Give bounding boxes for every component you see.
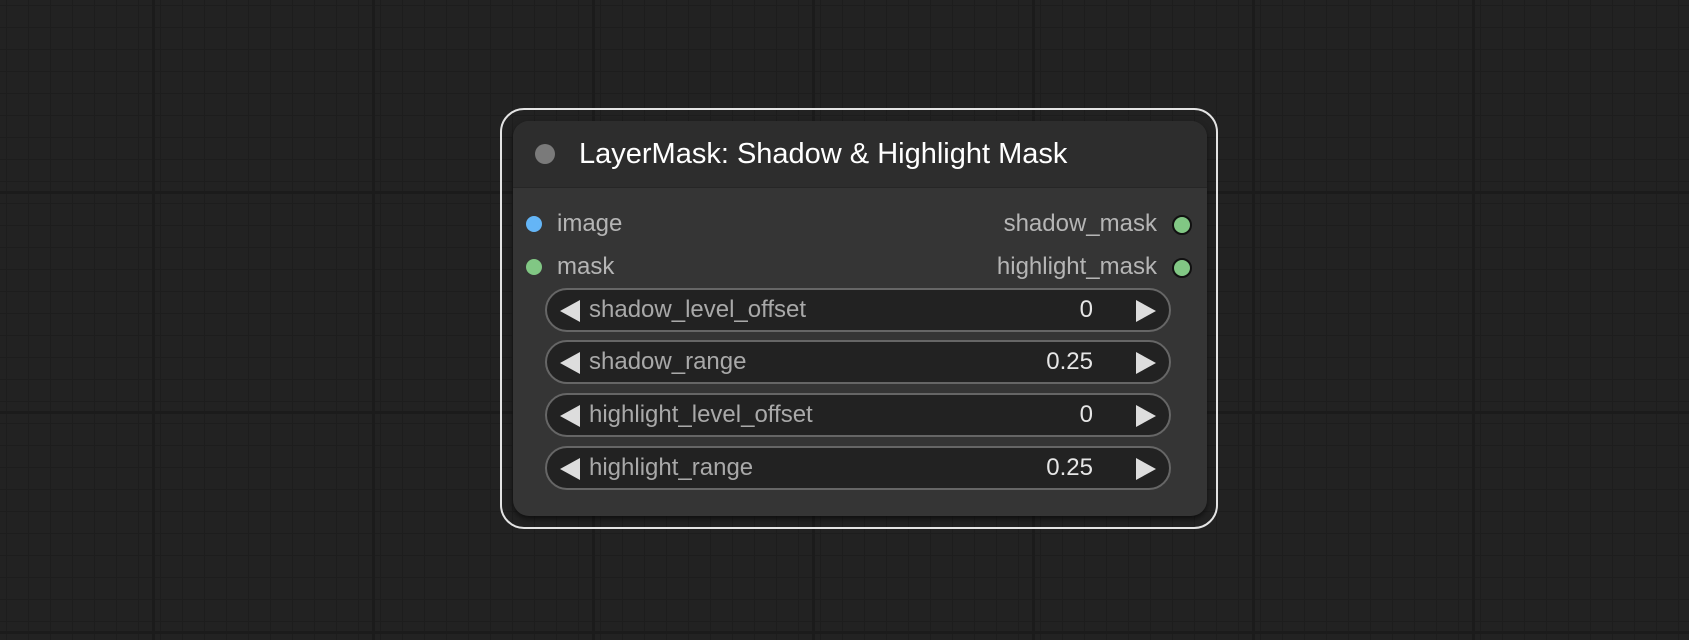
- decrement-arrow-icon[interactable]: [560, 352, 580, 374]
- slot-row-image: image shadow_mask: [513, 206, 1207, 242]
- mask-input-slot-icon[interactable]: [526, 259, 542, 275]
- widget-value[interactable]: 0.25: [1046, 342, 1093, 382]
- widget-label: highlight_range: [589, 454, 754, 481]
- widget-label: highlight_level_offset: [589, 401, 813, 428]
- highlight-mask-output-slot-icon[interactable]: [1172, 258, 1192, 278]
- shadow-mask-output-slot-icon[interactable]: [1172, 215, 1192, 235]
- widget-highlight-range[interactable]: highlight_range 0.25: [545, 446, 1171, 490]
- increment-arrow-icon[interactable]: [1136, 405, 1156, 427]
- highlight-mask-output-label: highlight_mask: [996, 253, 1157, 280]
- widget-value[interactable]: 0: [1080, 395, 1093, 435]
- widget-shadow-level-offset[interactable]: shadow_level_offset 0: [545, 288, 1171, 332]
- increment-arrow-icon[interactable]: [1136, 458, 1156, 480]
- widget-value[interactable]: 0.25: [1046, 448, 1093, 488]
- shadow-mask-output-label: shadow_mask: [1003, 210, 1157, 237]
- image-input-label: image: [557, 210, 623, 237]
- node-title: LayerMask: Shadow & Highlight Mask: [579, 138, 1068, 170]
- decrement-arrow-icon[interactable]: [560, 458, 580, 480]
- mask-input-label: mask: [557, 253, 615, 280]
- widget-value[interactable]: 0: [1080, 290, 1093, 330]
- collapse-dot-icon[interactable]: [535, 144, 555, 164]
- decrement-arrow-icon[interactable]: [560, 405, 580, 427]
- node-header[interactable]: LayerMask: Shadow & Highlight Mask: [513, 121, 1207, 188]
- layermask-shadow-highlight-node[interactable]: LayerMask: Shadow & Highlight Mask image…: [513, 121, 1207, 516]
- graph-canvas[interactable]: LayerMask: Shadow & Highlight Mask image…: [0, 0, 1689, 640]
- decrement-arrow-icon[interactable]: [560, 300, 580, 322]
- image-input-slot-icon[interactable]: [526, 216, 542, 232]
- widget-highlight-level-offset[interactable]: highlight_level_offset 0: [545, 393, 1171, 437]
- increment-arrow-icon[interactable]: [1136, 352, 1156, 374]
- widget-label: shadow_range: [589, 348, 747, 375]
- widget-label: shadow_level_offset: [589, 296, 807, 323]
- increment-arrow-icon[interactable]: [1136, 300, 1156, 322]
- widget-shadow-range[interactable]: shadow_range 0.25: [545, 340, 1171, 384]
- slot-row-mask: mask highlight_mask: [513, 249, 1207, 285]
